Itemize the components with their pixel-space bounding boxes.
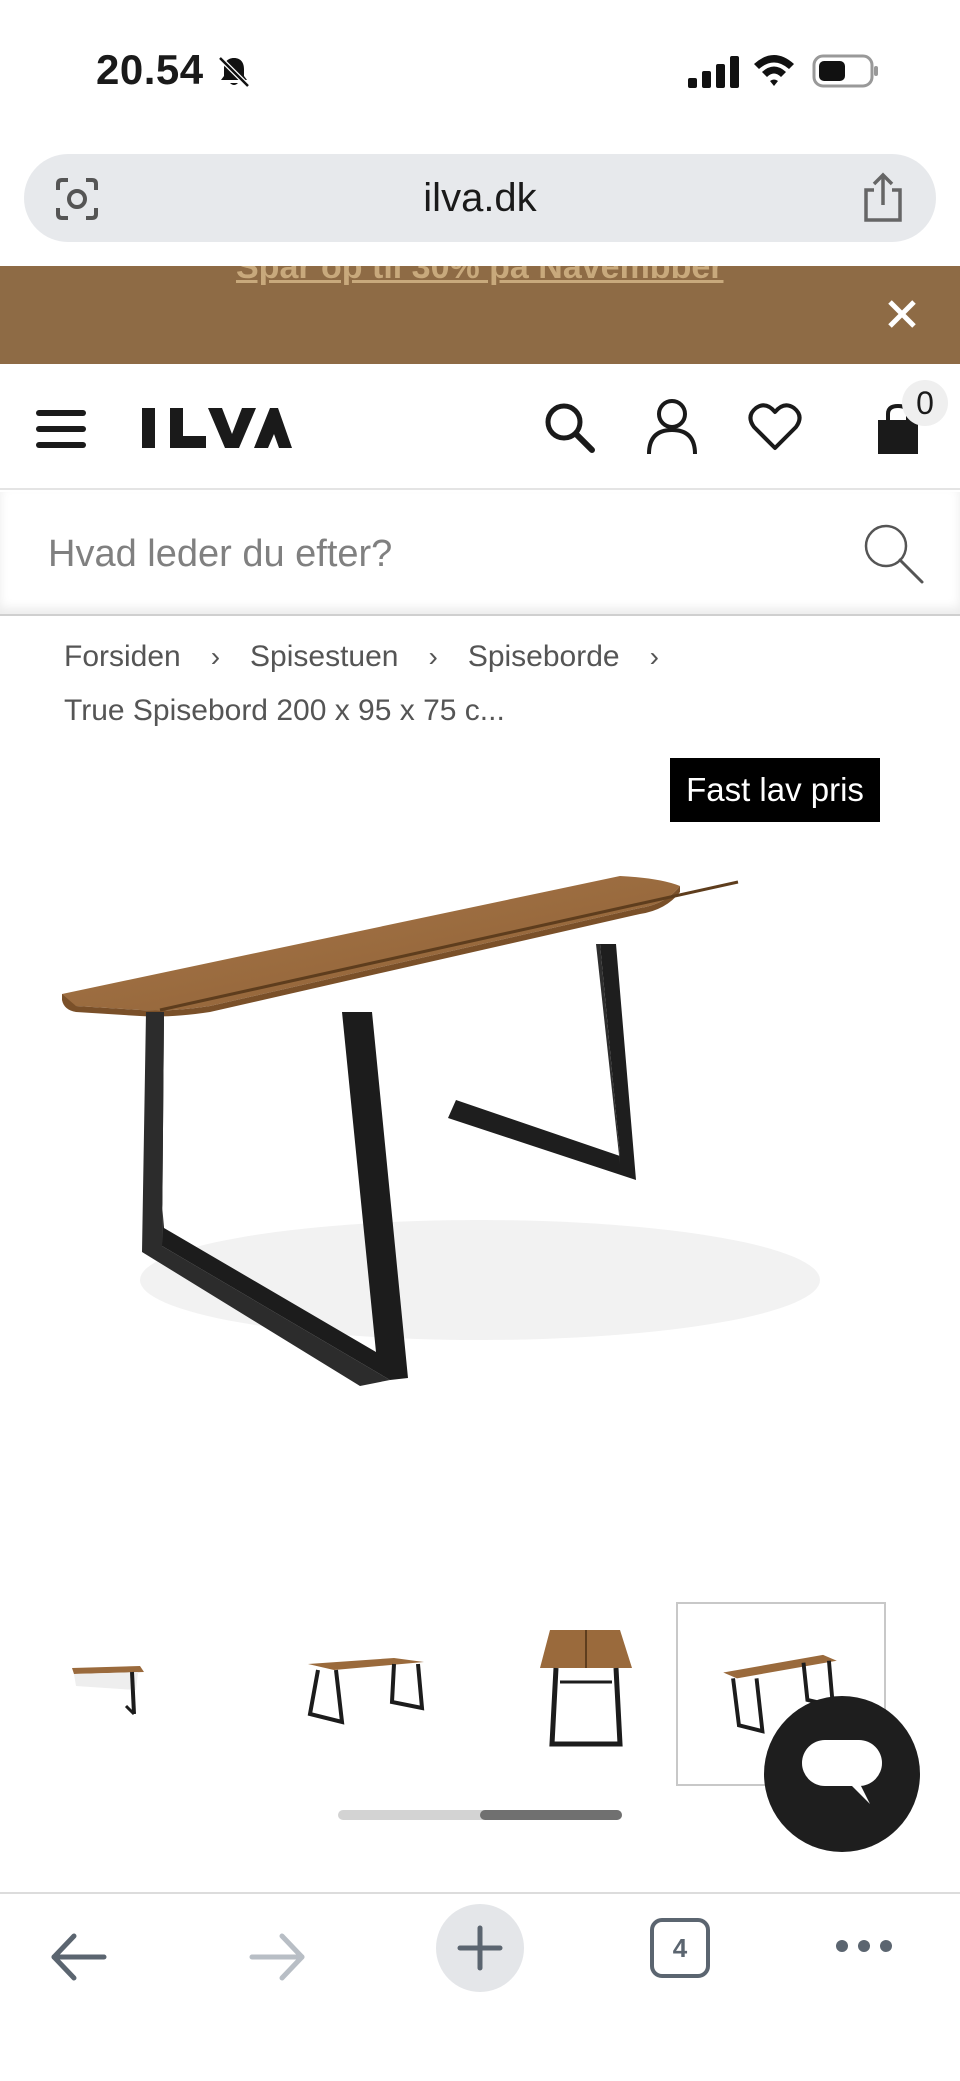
breadcrumb-separator: ›	[428, 641, 438, 672]
url-text[interactable]: ilva.dk	[24, 176, 936, 221]
address-bar[interactable]: ilva.dk	[24, 154, 936, 242]
chat-button[interactable]	[764, 1696, 920, 1852]
search-bar	[0, 492, 960, 616]
thumbnail-3[interactable]	[484, 1602, 694, 1786]
wifi-icon	[754, 55, 794, 86]
forward-arrow-icon[interactable]	[248, 1930, 308, 1984]
account-icon[interactable]	[646, 398, 698, 456]
close-icon[interactable]	[882, 294, 922, 334]
status-bar: 20.54	[0, 0, 960, 140]
breadcrumb-separator: ›	[649, 641, 659, 672]
back-arrow-icon[interactable]	[48, 1930, 108, 1984]
battery-icon	[812, 54, 878, 88]
tab-switcher-button[interactable]: 4	[650, 1918, 710, 1978]
cart-count-badge[interactable]: 0	[902, 380, 948, 426]
search-input[interactable]	[48, 522, 828, 586]
hamburger-menu-icon[interactable]	[36, 408, 86, 450]
cellular-signal-icon	[688, 56, 739, 88]
breadcrumb-item-spisestuen[interactable]: Spisestuen	[250, 630, 398, 684]
promo-banner: Spar op til 30% på Navembber	[0, 266, 960, 364]
thumbnail-2[interactable]	[262, 1602, 472, 1786]
promo-link[interactable]: Spar op til 30% på Navembber	[236, 266, 724, 287]
breadcrumb-separator: ›	[210, 641, 221, 672]
search-icon[interactable]	[542, 400, 596, 454]
breadcrumb-item-forsiden[interactable]: Forsiden	[64, 630, 181, 684]
browser-toolbar: 4	[0, 1892, 960, 2081]
site-header: 0	[0, 364, 960, 490]
chat-bubble-icon	[802, 1740, 882, 1804]
breadcrumb-current: True Spisebord 200 x 95 x 75 c...	[64, 694, 505, 727]
more-options-icon[interactable]	[834, 1934, 894, 1958]
plus-icon	[457, 1925, 503, 1971]
ilva-logo[interactable]	[142, 406, 292, 450]
share-icon[interactable]	[860, 172, 906, 224]
search-icon[interactable]	[860, 520, 926, 586]
wishlist-heart-icon[interactable]	[748, 402, 802, 452]
breadcrumb-item-spiseborde[interactable]: Spiseborde	[468, 630, 620, 684]
price-badge: Fast lav pris	[670, 758, 880, 822]
breadcrumb: Forsiden › Spisestuen › Spiseborde › True Spi…	[64, 630, 924, 738]
product-image[interactable]	[60, 860, 900, 1400]
thumbnail-1[interactable]	[40, 1602, 250, 1786]
gallery-scrollbar-thumb[interactable]	[480, 1810, 622, 1820]
bell-off-icon	[218, 56, 250, 88]
gallery-scrollbar[interactable]	[338, 1810, 622, 1820]
new-tab-button[interactable]	[436, 1904, 524, 1992]
status-time: 20.54	[96, 46, 204, 93]
